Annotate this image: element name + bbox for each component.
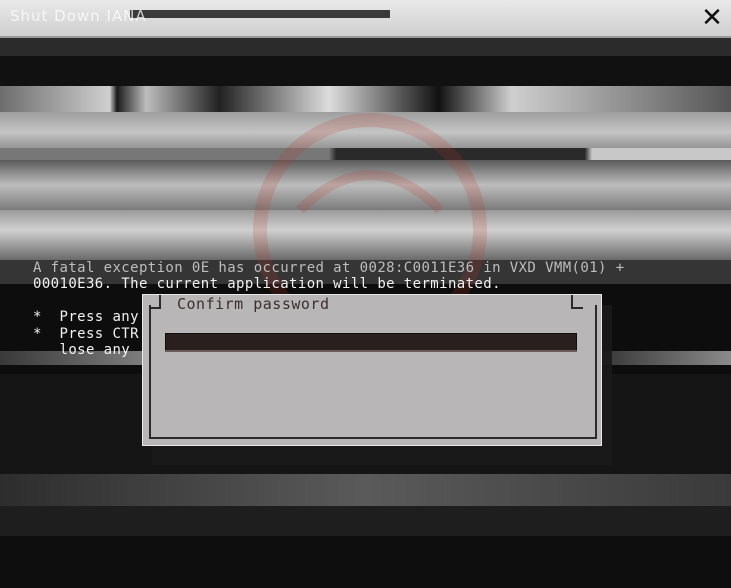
- title-bar: Shut Down IANA ✕: [0, 0, 731, 38]
- title-glitch: [130, 10, 390, 18]
- instruction-line1: * Press any: [33, 309, 139, 325]
- frame-corner-right: [571, 295, 583, 309]
- dialog-title: Confirm password: [173, 295, 334, 313]
- error-message-line2: 00010E36. The current application will b…: [33, 276, 501, 292]
- error-message-line1: A fatal exception 0E has occurred at 002…: [33, 260, 625, 276]
- instruction-line3: lose any: [33, 342, 131, 358]
- dialog-frame: [149, 305, 597, 439]
- close-button[interactable]: ✕: [696, 2, 728, 34]
- instruction-line2: * Press CTR: [33, 326, 139, 342]
- shutdown-window: A fatal exception 0E has occurred at 002…: [0, 0, 731, 588]
- close-icon: ✕: [701, 3, 723, 33]
- password-input[interactable]: [165, 333, 577, 351]
- confirm-password-dialog: Confirm password: [142, 294, 602, 446]
- password-field-underline: [165, 350, 577, 352]
- frame-corner-left: [149, 295, 161, 309]
- window-title: Shut Down IANA: [10, 7, 147, 25]
